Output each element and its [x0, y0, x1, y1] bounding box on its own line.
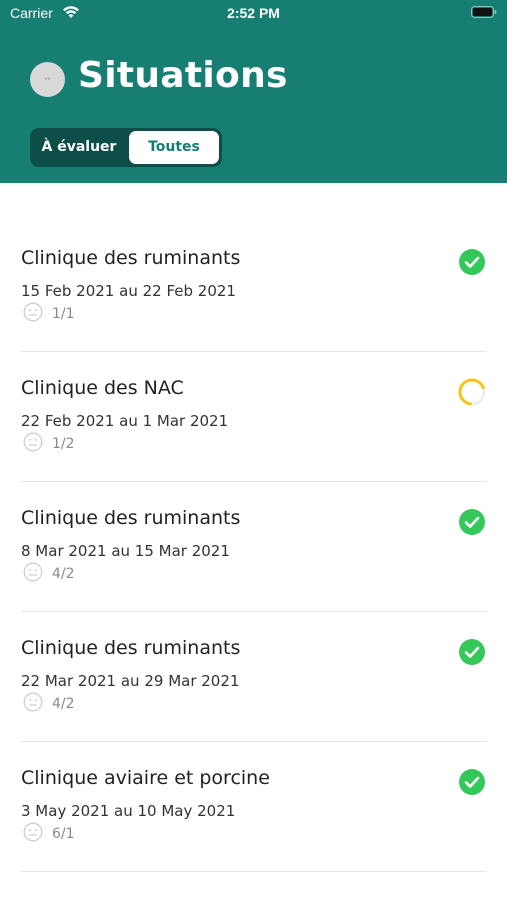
- check-circle-icon: [459, 639, 485, 665]
- avatar-initials: ••: [44, 74, 51, 84]
- situation-dates: 22 Feb 2021 au 1 Mar 2021: [21, 412, 229, 430]
- situation-dates: 22 Mar 2021 au 29 Mar 2021: [21, 672, 240, 690]
- segment-a-evaluer[interactable]: À évaluer: [30, 128, 128, 167]
- situation-count: 1/2: [52, 436, 75, 452]
- segment-toutes[interactable]: Toutes: [129, 131, 219, 164]
- progress-ring-icon: [458, 378, 486, 406]
- check-circle-icon: [459, 249, 485, 275]
- situation-title: Clinique des ruminants: [21, 637, 241, 659]
- page-title: Situations: [78, 55, 288, 96]
- header: Carrier 2:52 PM •• Situations À évaluer …: [0, 0, 507, 183]
- situation-dates: 8 Mar 2021 au 15 Mar 2021: [21, 542, 230, 560]
- situations-list: Clinique des ruminants 15 Feb 2021 au 22…: [0, 222, 507, 872]
- face-icon: [23, 692, 43, 712]
- face-icon: [23, 302, 43, 322]
- avatar[interactable]: ••: [30, 62, 65, 97]
- situation-title: Clinique des NAC: [21, 377, 184, 399]
- clock-time: 2:52 PM: [227, 5, 280, 21]
- list-item[interactable]: Clinique aviaire et porcine 3 May 2021 a…: [0, 742, 507, 872]
- situation-count: 4/2: [52, 566, 75, 582]
- situation-title: Clinique des ruminants: [21, 247, 241, 269]
- filter-segmented-control: À évaluer Toutes: [30, 128, 222, 167]
- situation-title: Clinique aviaire et porcine: [21, 767, 270, 789]
- face-icon: [23, 822, 43, 842]
- battery-icon: [471, 6, 497, 18]
- check-circle-icon: [459, 769, 485, 795]
- check-circle-icon: [459, 509, 485, 535]
- situation-count: 6/1: [52, 826, 75, 842]
- list-item[interactable]: Clinique des ruminants 8 Mar 2021 au 15 …: [0, 482, 507, 612]
- situation-dates: 15 Feb 2021 au 22 Feb 2021: [21, 282, 236, 300]
- situation-count: 1/1: [52, 306, 75, 322]
- list-item[interactable]: Clinique des ruminants 15 Feb 2021 au 22…: [0, 222, 507, 352]
- list-item[interactable]: Clinique des NAC 22 Feb 2021 au 1 Mar 20…: [0, 352, 507, 482]
- situation-dates: 3 May 2021 au 10 May 2021: [21, 802, 236, 820]
- face-icon: [23, 562, 43, 582]
- situation-count: 4/2: [52, 696, 75, 712]
- list-item[interactable]: Clinique des ruminants 22 Mar 2021 au 29…: [0, 612, 507, 742]
- situation-title: Clinique des ruminants: [21, 507, 241, 529]
- status-bar: Carrier 2:52 PM: [0, 0, 507, 30]
- face-icon: [23, 432, 43, 452]
- divider: [21, 871, 487, 872]
